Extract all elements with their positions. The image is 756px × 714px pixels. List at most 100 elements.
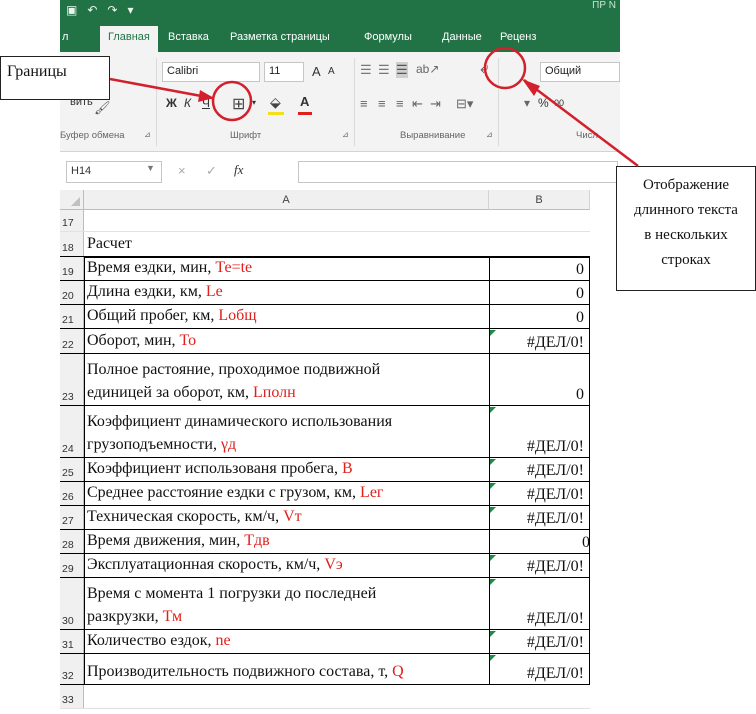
tab-file[interactable]: л: [62, 31, 68, 43]
table-row: 29 Эксплуатационная скорость, км/ч, Vэ #…: [60, 554, 590, 578]
percent-button[interactable]: %: [538, 96, 549, 110]
row-header[interactable]: 27: [60, 506, 84, 529]
tab-formulas[interactable]: Формулы: [364, 31, 412, 43]
align-left-icon[interactable]: ≡: [360, 96, 368, 111]
quick-access-toolbar[interactable]: ▣↶↷▾: [66, 3, 143, 17]
shrink-font-button[interactable]: A: [328, 66, 335, 77]
row-header[interactable]: 23: [60, 354, 84, 405]
orientation-icon[interactable]: ab↗: [416, 62, 439, 76]
cell-a[interactable]: Общий пробег, км, Lобщ: [84, 305, 488, 328]
row-header[interactable]: 33: [60, 685, 84, 708]
row-header[interactable]: 29: [60, 554, 84, 577]
row-header[interactable]: 31: [60, 630, 84, 653]
cell-b[interactable]: #ДЕЛ/0!: [489, 406, 590, 457]
cell-b[interactable]: #ДЕЛ/0!: [489, 329, 590, 353]
cell-b[interactable]: 0: [489, 530, 596, 553]
cell-b[interactable]: #ДЕЛ/0!: [489, 578, 590, 629]
row-header[interactable]: 19: [60, 257, 84, 280]
cell-a[interactable]: Время с момента 1 погрузки до последней …: [84, 578, 488, 629]
decrease-indent-icon[interactable]: ⇤: [412, 96, 423, 112]
font-size-select[interactable]: 11: [264, 62, 304, 82]
number-format-select[interactable]: Общий: [540, 62, 620, 82]
font-launcher-icon[interactable]: ⊿: [342, 130, 349, 139]
accounting-format-icon[interactable]: ▾: [524, 96, 530, 110]
wrap-text-icon[interactable]: ⤶: [480, 60, 489, 78]
cell-b[interactable]: #ДЕЛ/0!: [489, 506, 590, 529]
align-center-icon[interactable]: ≡: [378, 96, 386, 111]
increase-indent-icon[interactable]: ⇥: [430, 96, 441, 112]
bold-button[interactable]: Ж: [166, 96, 177, 110]
cell-a[interactable]: [84, 210, 488, 231]
cell-a[interactable]: Расчет: [84, 232, 488, 256]
row-header[interactable]: 22: [60, 329, 84, 353]
row-header[interactable]: 26: [60, 482, 84, 505]
italic-button[interactable]: К: [184, 96, 191, 110]
row-header[interactable]: 28: [60, 530, 84, 553]
borders-icon[interactable]: ⊞: [232, 94, 245, 114]
cell-a[interactable]: Время ездки, мин, Те=te: [84, 257, 488, 280]
cell-a[interactable]: Коэффициент динамического использования …: [84, 406, 488, 457]
cell-a[interactable]: Полное растояние, проходимое подвижной е…: [84, 354, 488, 405]
row-header[interactable]: 18: [60, 232, 84, 256]
cell-a[interactable]: Эксплуатационная скорость, км/ч, Vэ: [84, 554, 488, 577]
cell-b[interactable]: #ДЕЛ/0!: [489, 630, 590, 653]
cell-b[interactable]: #ДЕЛ/0!: [489, 654, 590, 684]
align-right-icon[interactable]: ≡: [396, 96, 404, 111]
select-all-corner[interactable]: [60, 190, 84, 210]
cell-b[interactable]: 0: [489, 305, 590, 328]
cell-a[interactable]: Производительность подвижного состава, т…: [84, 654, 488, 684]
row-header[interactable]: 20: [60, 281, 84, 304]
row-header[interactable]: 32: [60, 654, 84, 684]
tab-insert[interactable]: Вставка: [168, 31, 209, 43]
cell-b[interactable]: #ДЕЛ/0!: [489, 554, 590, 577]
borders-dropdown-icon[interactable]: ▾: [252, 98, 256, 107]
merge-center-icon[interactable]: ⊟▾: [456, 96, 473, 112]
ribbon-tabs: л Главная Вставка Разметка страницы Форм…: [60, 22, 620, 52]
tab-home[interactable]: Главная: [100, 26, 158, 52]
column-header-b[interactable]: B: [489, 190, 590, 210]
comma-style-button[interactable]: 00: [554, 98, 564, 108]
row-header[interactable]: 30: [60, 578, 84, 629]
align-bottom-icon[interactable]: ☰: [396, 62, 408, 78]
cell-b[interactable]: [489, 210, 590, 231]
cell-b[interactable]: 0: [489, 354, 590, 405]
cell-a[interactable]: Время движения, мин, Тдв: [84, 530, 488, 553]
cell-a[interactable]: Техническая скорость, км/ч, Vт: [84, 506, 488, 529]
format-painter-icon[interactable]: 🖌: [94, 100, 111, 116]
cell-a[interactable]: Среднее расстояние ездки с грузом, км, L…: [84, 482, 488, 505]
formula-input[interactable]: [298, 161, 618, 183]
font-name-select[interactable]: Calibri: [162, 62, 260, 82]
column-header-a[interactable]: A: [84, 190, 489, 210]
tab-review[interactable]: Реценз: [500, 31, 536, 43]
align-top-icon[interactable]: ☰: [360, 62, 372, 78]
cell-a[interactable]: [84, 685, 488, 708]
cell-b[interactable]: #ДЕЛ/0!: [489, 458, 590, 481]
align-middle-icon[interactable]: ☰: [378, 62, 390, 78]
row-header[interactable]: 17: [60, 210, 84, 231]
borders-callout: Границы: [0, 56, 110, 100]
font-color-button[interactable]: А: [300, 94, 309, 109]
tab-page-layout[interactable]: Разметка страницы: [230, 31, 330, 43]
row-header[interactable]: 21: [60, 305, 84, 328]
underline-button[interactable]: Ч: [202, 96, 210, 110]
alignment-launcher-icon[interactable]: ⊿: [486, 130, 493, 139]
row-header[interactable]: 24: [60, 406, 84, 457]
cell-a[interactable]: Оборот, мин, То: [84, 329, 488, 353]
cancel-icon[interactable]: ×: [178, 163, 186, 178]
cell-a[interactable]: Коэффициент использованя пробега, В: [84, 458, 488, 481]
tab-data[interactable]: Данные: [442, 31, 482, 43]
grow-font-button[interactable]: A: [312, 64, 321, 79]
enter-icon[interactable]: ✓: [206, 163, 217, 179]
cell-b[interactable]: [489, 685, 590, 708]
fill-color-icon[interactable]: ⬙: [270, 94, 281, 111]
cell-b[interactable]: [489, 232, 590, 256]
clipboard-launcher-icon[interactable]: ⊿: [144, 130, 151, 139]
cell-a[interactable]: Количество ездок, ne: [84, 630, 488, 653]
insert-function-icon[interactable]: fx: [234, 162, 243, 178]
name-box-dropdown-icon[interactable]: ▼: [146, 163, 155, 173]
cell-a[interactable]: Длина ездки, км, Le: [84, 281, 488, 304]
cell-b[interactable]: 0: [489, 281, 590, 304]
cell-b[interactable]: #ДЕЛ/0!: [489, 482, 590, 505]
row-header[interactable]: 25: [60, 458, 84, 481]
cell-b[interactable]: 0: [489, 257, 590, 280]
